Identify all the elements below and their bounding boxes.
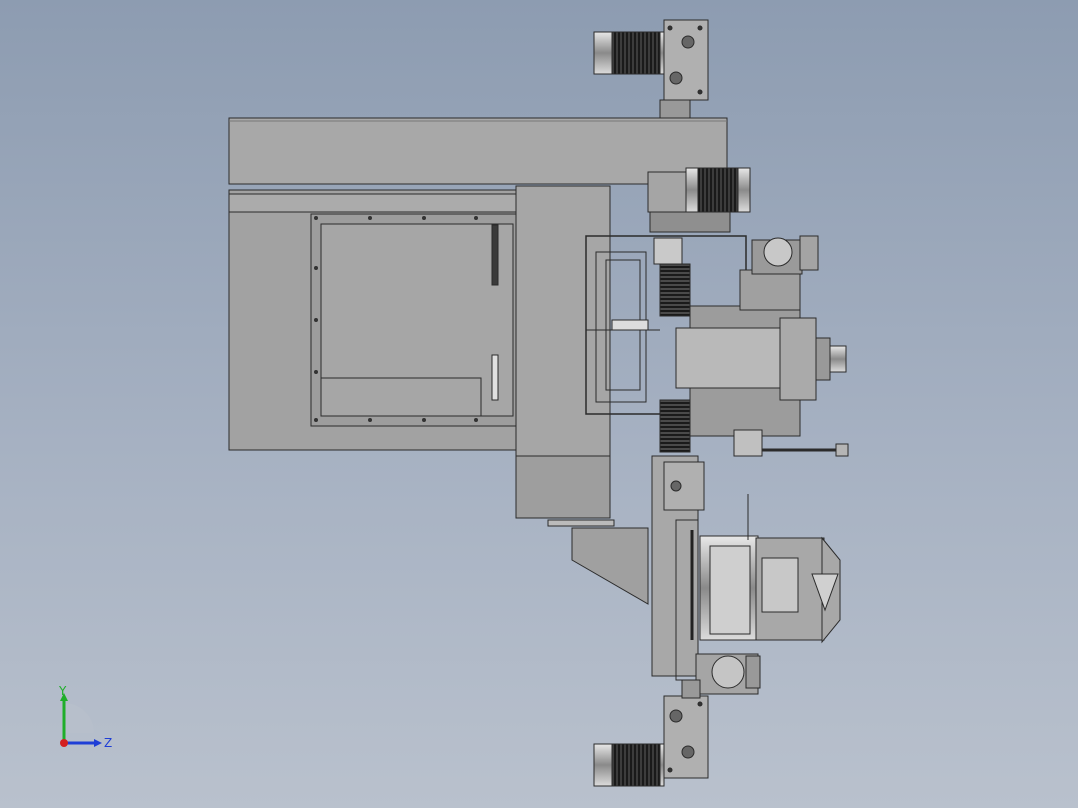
- model-part: [515, 455, 611, 519]
- x-axis-dot: [60, 739, 68, 747]
- model-part: [711, 655, 745, 689]
- model-part: [474, 418, 478, 422]
- model-part: [647, 171, 691, 213]
- triad-part: [64, 703, 94, 733]
- model-part: [320, 223, 514, 417]
- model-part: [779, 317, 817, 401]
- model-part: [663, 461, 705, 511]
- model-part: [670, 480, 682, 492]
- model-part: [669, 71, 683, 85]
- model-part: [474, 216, 478, 220]
- model-part: [611, 319, 649, 331]
- model-part: [733, 429, 763, 457]
- roller-unit: [699, 494, 841, 644]
- model-part: [669, 709, 683, 723]
- model-part: [829, 345, 847, 373]
- axis-triad: Y Z: [58, 685, 112, 750]
- central-head: [675, 235, 847, 437]
- model-part: [663, 19, 709, 101]
- model-part: [761, 557, 799, 613]
- model-part: [815, 337, 831, 381]
- model-part: [697, 89, 703, 95]
- y-axis-label: Y: [58, 685, 67, 698]
- gear-stack-lower: [659, 399, 691, 453]
- model-part: [681, 35, 695, 49]
- model-part: [675, 327, 781, 389]
- model-part: [368, 216, 372, 220]
- bottom-motor-assembly: [593, 679, 709, 787]
- model-part: [697, 25, 703, 31]
- upper-gear-motor: [647, 167, 751, 233]
- lower-rail: [651, 455, 705, 681]
- model-part: [745, 655, 761, 689]
- main-tank: [228, 189, 520, 451]
- cad-viewport[interactable]: Y Z: [0, 0, 1078, 808]
- model-part: [314, 418, 318, 422]
- model-part: [653, 237, 683, 265]
- model-part: [663, 695, 709, 779]
- model-part: [314, 266, 318, 270]
- model-part: [491, 354, 499, 401]
- model-part: [314, 318, 318, 322]
- gear-stack-upper: [659, 263, 691, 317]
- model-part: [228, 19, 849, 787]
- model-part: [681, 679, 701, 699]
- assembly-model-top-view[interactable]: [0, 0, 1078, 808]
- model-part: [681, 745, 695, 759]
- model-part: [697, 167, 739, 213]
- model-part: [667, 25, 673, 31]
- model-part: [314, 370, 318, 374]
- model-part: [611, 31, 661, 75]
- top-motor-assembly: [593, 19, 709, 119]
- model-part: [649, 211, 731, 233]
- model-part: [667, 767, 673, 773]
- model-part: [763, 237, 793, 267]
- model-part: [314, 216, 318, 220]
- z-axis-label: Z: [104, 736, 112, 750]
- model-part: [368, 418, 372, 422]
- lower-gear-motor: [695, 653, 761, 695]
- model-part: [228, 193, 520, 213]
- model-part: [739, 269, 801, 311]
- model-part: [709, 545, 751, 635]
- triad-part: [94, 739, 102, 747]
- model-part: [491, 224, 499, 286]
- model-part: [422, 418, 426, 422]
- model-part: [571, 527, 649, 605]
- model-part: [422, 216, 426, 220]
- model-part: [659, 99, 691, 119]
- model-part: [547, 519, 615, 527]
- model-part: [611, 743, 661, 787]
- model-part: [697, 701, 703, 707]
- model-part: [799, 235, 819, 271]
- model-part: [835, 443, 849, 457]
